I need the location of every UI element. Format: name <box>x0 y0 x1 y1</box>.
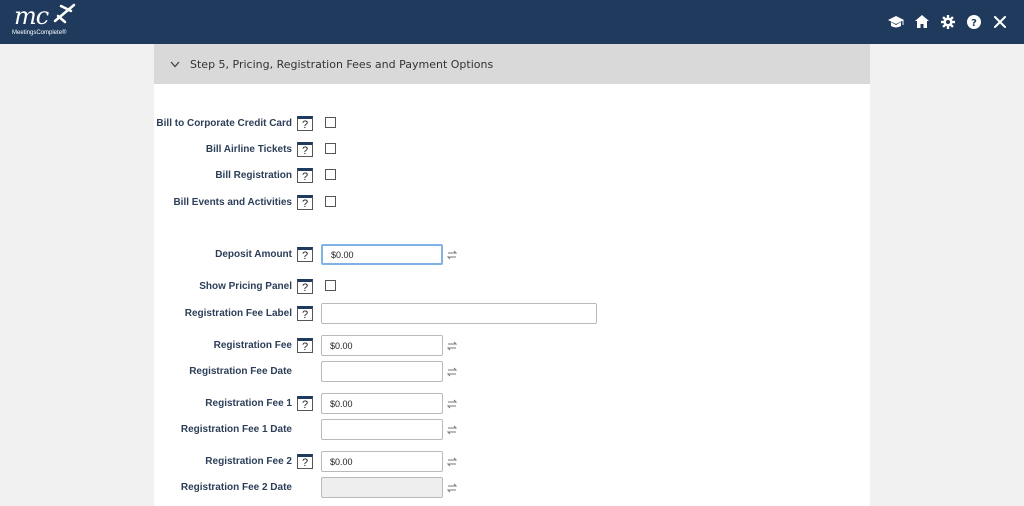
show-pricing-panel-label: Show Pricing Panel <box>199 281 292 292</box>
deposit-amount-label: Deposit Amount <box>215 249 292 260</box>
help-button[interactable]: ? <box>297 195 313 210</box>
deposit-amount-row: Deposit Amount ? <box>154 243 870 267</box>
reg-fee-label-input[interactable] <box>321 303 597 324</box>
close-icon[interactable] <box>991 13 1008 30</box>
spinner-arrows-icon[interactable] <box>447 398 457 410</box>
reg-fee-label-row: Registration Fee Label ? <box>154 302 870 326</box>
reg-fee-1-date-input[interactable] <box>321 419 443 440</box>
reg-fee-input[interactable] <box>321 335 443 356</box>
bill-corporate-card-checkbox[interactable] <box>325 117 336 128</box>
reg-fee-1-label: Registration Fee 1 <box>205 398 292 409</box>
logo[interactable]: mc MeetingsComplete® <box>12 2 84 42</box>
reg-fee-date-row: Registration Fee Date <box>154 360 870 384</box>
help-button[interactable]: ? <box>297 116 313 131</box>
bill-registration-label: Bill Registration <box>215 170 292 181</box>
spinner-arrows-icon[interactable] <box>447 249 457 261</box>
bill-corporate-card-label: Bill to Corporate Credit Card <box>156 118 292 129</box>
bill-airline-row: Bill Airline Tickets ? <box>154 138 870 162</box>
airplane-icon <box>53 3 76 24</box>
step-title: Step 5, Pricing, Registration Fees and P… <box>190 57 494 71</box>
show-pricing-panel-checkbox[interactable] <box>325 280 336 291</box>
reg-fee-1-row: Registration Fee 1 ? <box>154 392 870 416</box>
chevron-down-icon <box>170 58 182 70</box>
reg-fee-1-date-label: Registration Fee 1 Date <box>180 424 292 435</box>
bill-events-label: Bill Events and Activities <box>173 197 292 208</box>
spinner-arrows-icon[interactable] <box>447 424 457 436</box>
reg-fee-label: Registration Fee <box>213 340 292 351</box>
top-bar: mc MeetingsComplete® ? <box>0 0 1024 44</box>
graduation-cap-icon[interactable] <box>887 13 904 30</box>
logo-text: mc <box>14 2 49 30</box>
reg-fee-2-label: Registration Fee 2 <box>205 456 292 467</box>
bill-airline-label: Bill Airline Tickets <box>205 144 292 155</box>
svg-text:?: ? <box>971 18 977 29</box>
help-button[interactable]: ? <box>297 306 313 321</box>
bill-registration-checkbox[interactable] <box>325 169 336 180</box>
help-button[interactable]: ? <box>297 396 313 411</box>
spinner-arrows-icon[interactable] <box>447 456 457 468</box>
help-button[interactable]: ? <box>297 454 313 469</box>
help-button[interactable]: ? <box>297 168 313 183</box>
reg-fee-row: Registration Fee ? <box>154 334 870 358</box>
spinner-arrows-icon[interactable] <box>447 482 457 494</box>
bill-corporate-card-row: Bill to Corporate Credit Card ? <box>154 112 870 136</box>
bill-registration-row: Bill Registration ? <box>154 164 870 188</box>
reg-fee-date-label: Registration Fee Date <box>189 366 292 377</box>
reg-fee-2-date-input[interactable] <box>321 477 443 498</box>
bill-airline-checkbox[interactable] <box>325 143 336 154</box>
reg-fee-label-label: Registration Fee Label <box>184 308 292 319</box>
help-button[interactable]: ? <box>297 279 313 294</box>
reg-fee-2-date-row: Registration Fee 2 Date <box>154 476 870 500</box>
reg-fee-date-input[interactable] <box>321 361 443 382</box>
step-header[interactable]: Step 5, Pricing, Registration Fees and P… <box>154 44 870 84</box>
help-button[interactable]: ? <box>297 338 313 353</box>
help-button[interactable]: ? <box>297 142 313 157</box>
home-icon[interactable] <box>913 13 930 30</box>
help-button[interactable]: ? <box>297 247 313 262</box>
reg-fee-2-row: Registration Fee 2 ? <box>154 450 870 474</box>
gear-icon[interactable] <box>939 13 956 30</box>
show-pricing-panel-row: Show Pricing Panel ? <box>154 275 870 299</box>
spinner-arrows-icon[interactable] <box>447 340 457 352</box>
reg-fee-1-input[interactable] <box>321 393 443 414</box>
reg-fee-2-date-label: Registration Fee 2 Date <box>180 482 292 493</box>
help-icon[interactable]: ? <box>965 13 982 30</box>
reg-fee-2-input[interactable] <box>321 451 443 472</box>
bill-events-checkbox[interactable] <box>325 196 336 207</box>
bill-events-row: Bill Events and Activities ? <box>154 191 870 215</box>
step-panel: Step 5, Pricing, Registration Fees and P… <box>154 44 870 506</box>
spinner-arrows-icon[interactable] <box>447 366 457 378</box>
deposit-amount-input[interactable] <box>321 244 443 265</box>
logo-subtext: MeetingsComplete® <box>12 30 67 36</box>
reg-fee-1-date-row: Registration Fee 1 Date <box>154 418 870 442</box>
